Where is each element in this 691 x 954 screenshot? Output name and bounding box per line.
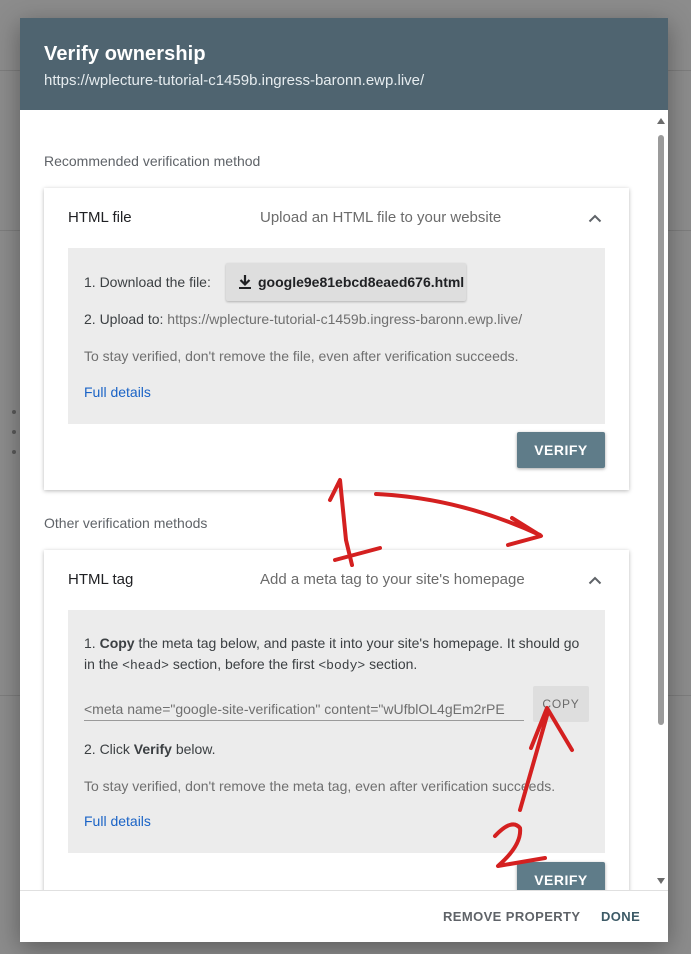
dialog-footer: REMOVE PROPERTY DONE <box>20 890 668 942</box>
html-tag-card: HTML tag Add a meta tag to your site's h… <box>44 550 629 890</box>
verify-ownership-dialog: Verify ownership https://wplecture-tutor… <box>20 18 668 942</box>
recommended-section-label: Recommended verification method <box>44 153 261 169</box>
step1-text: the meta tag below, and paste it into yo… <box>138 635 560 651</box>
dialog-title: Verify ownership <box>44 43 206 65</box>
collapse-chevron-icon[interactable] <box>583 206 607 230</box>
property-url: https://wplecture-tutorial-c1459b.ingres… <box>44 72 425 89</box>
head-tag: <head> <box>122 658 169 673</box>
html-file-instructions: 1. Download the file: google9e81ebcd8eae… <box>68 248 605 424</box>
dialog-body: Recommended verification method HTML fil… <box>20 110 668 890</box>
step1-text: section. <box>369 656 418 672</box>
collapse-chevron-icon[interactable] <box>583 568 607 592</box>
download-file-button[interactable]: google9e81ebcd8eaed676.html <box>226 263 466 301</box>
method-description: Add a meta tag to your site's homepage <box>260 571 525 588</box>
done-button[interactable]: DONE <box>601 909 640 924</box>
background-bullet <box>12 430 16 434</box>
scroll-down-arrow-icon[interactable] <box>657 878 665 884</box>
method-description: Upload an HTML file to your website <box>260 209 502 226</box>
verify-button-html-tag[interactable]: VERIFY <box>517 862 605 890</box>
remove-property-button[interactable]: REMOVE PROPERTY <box>443 909 580 924</box>
download-filename: google9e81ebcd8eaed676.html <box>258 274 465 290</box>
step2-bold: Verify <box>133 741 172 757</box>
step2-label: 2. Upload to: <box>84 311 164 327</box>
dialog-scrollbar[interactable] <box>654 110 668 890</box>
html-file-card-header[interactable]: HTML file Upload an HTML file to your we… <box>44 188 629 248</box>
step2-text: 2. Click <box>84 741 130 757</box>
step1-bold: Copy <box>99 635 135 651</box>
background-bullet <box>12 450 16 454</box>
html-tag-instructions: 1. Copy the meta tag below, and paste it… <box>68 610 605 853</box>
background-bullet <box>12 410 16 414</box>
scroll-up-arrow-icon[interactable] <box>657 118 665 124</box>
full-details-link[interactable]: Full details <box>84 384 151 400</box>
upload-url: https://wplecture-tutorial-c1459b.ingres… <box>167 311 523 327</box>
meta-tag-field[interactable] <box>84 697 524 721</box>
step2-text: below. <box>175 741 216 757</box>
step1-text: section, before the first <box>172 656 315 672</box>
method-name: HTML file <box>68 209 132 226</box>
copy-button[interactable]: COPY <box>533 686 589 722</box>
other-methods-label: Other verification methods <box>44 515 208 531</box>
html-tag-card-header[interactable]: HTML tag Add a meta tag to your site's h… <box>44 550 629 610</box>
step2-row: 2. Upload to: https://wplecture-tutorial… <box>84 311 522 327</box>
step1-number: 1. <box>84 635 96 651</box>
scroll-thumb[interactable] <box>658 135 664 725</box>
stay-verified-note: To stay verified, don't remove the meta … <box>84 778 556 794</box>
step2-instructions: 2. Click Verify below. <box>84 741 216 757</box>
full-details-link[interactable]: Full details <box>84 813 151 829</box>
stay-verified-note: To stay verified, don't remove the file,… <box>84 348 519 364</box>
html-file-card: HTML file Upload an HTML file to your we… <box>44 188 629 490</box>
step1-instructions: 1. Copy the meta tag below, and paste it… <box>84 633 594 676</box>
method-name: HTML tag <box>68 571 134 588</box>
step1-label: 1. Download the file: <box>84 274 211 290</box>
download-icon <box>239 275 251 289</box>
body-tag: <body> <box>318 658 366 673</box>
verify-button-html-file[interactable]: VERIFY <box>517 432 605 468</box>
dialog-header: Verify ownership https://wplecture-tutor… <box>20 18 668 110</box>
